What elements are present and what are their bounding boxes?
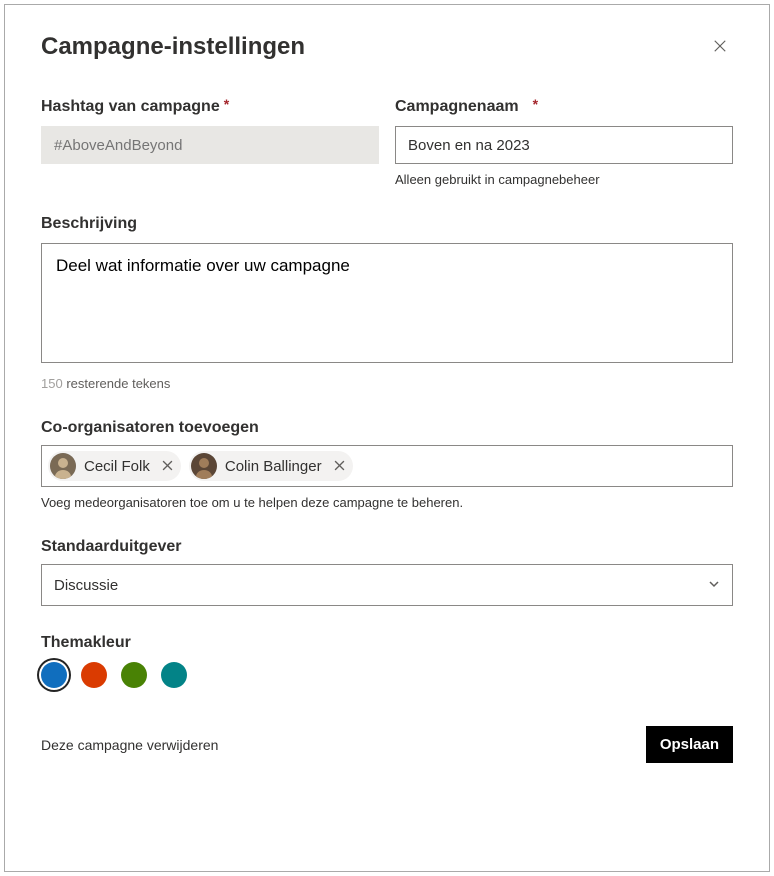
hashtag-input bbox=[41, 126, 379, 164]
close-icon bbox=[162, 459, 173, 474]
chip-name: Colin Ballinger bbox=[225, 458, 322, 475]
campaign-name-input[interactable] bbox=[395, 126, 733, 164]
description-textarea[interactable]: Deel wat informatie over uw campagne bbox=[41, 243, 733, 363]
campaign-name-label: Campagnenaam * bbox=[395, 98, 733, 116]
campaign-name-label-text: Campagnenaam bbox=[395, 98, 519, 116]
publisher-section: Standaarduitgever Discussie bbox=[41, 538, 733, 606]
theme-color-swatch[interactable] bbox=[41, 662, 67, 688]
hashtag-label: Hashtag van campagne * bbox=[41, 98, 379, 116]
dialog-header: Campagne-instellingen bbox=[41, 33, 733, 64]
theme-color-row bbox=[41, 662, 733, 688]
theme-color-swatch[interactable] bbox=[161, 662, 187, 688]
campaign-settings-dialog: Campagne-instellingen Hashtag van campag… bbox=[4, 4, 770, 872]
person-chip: Cecil Folk bbox=[48, 451, 181, 481]
theme-label: Themakleur bbox=[41, 634, 733, 652]
delete-campaign-button[interactable]: Deze campagne verwijderen bbox=[41, 737, 218, 753]
co-organizers-picker[interactable]: Cecil Folk Colin Ballinger bbox=[41, 445, 733, 487]
dialog-footer: Deze campagne verwijderen Opslaan bbox=[41, 726, 733, 763]
chip-name: Cecil Folk bbox=[84, 458, 150, 475]
name-row: Hashtag van campagne * Campagnenaam * Al… bbox=[41, 98, 733, 187]
close-icon bbox=[334, 459, 345, 474]
theme-section: Themakleur bbox=[41, 634, 733, 688]
char-count-number: 150 bbox=[41, 376, 63, 391]
hashtag-label-text: Hashtag van campagne bbox=[41, 98, 220, 116]
avatar bbox=[191, 453, 217, 479]
char-count: 150 resterende tekens bbox=[41, 376, 733, 391]
dialog-title: Campagne-instellingen bbox=[41, 33, 305, 61]
remove-person-button[interactable] bbox=[160, 457, 175, 476]
campaign-name-field: Campagnenaam * Alleen gebruikt in campag… bbox=[395, 98, 733, 187]
chevron-down-icon bbox=[708, 577, 720, 594]
char-count-suffix: resterende tekens bbox=[63, 376, 171, 391]
save-button[interactable]: Opslaan bbox=[646, 726, 733, 763]
co-organizers-help: Voeg medeorganisatoren toe om u te helpe… bbox=[41, 495, 733, 510]
description-label: Beschrijving bbox=[41, 215, 733, 233]
co-organizers-label: Co-organisatoren toevoegen bbox=[41, 419, 733, 437]
remove-person-button[interactable] bbox=[332, 457, 347, 476]
person-chip: Colin Ballinger bbox=[189, 451, 353, 481]
required-asterisk-icon: * bbox=[224, 96, 229, 112]
co-organizers-section: Co-organisatoren toevoegen Cecil Folk Co… bbox=[41, 419, 733, 510]
required-asterisk-icon: * bbox=[533, 96, 538, 112]
hashtag-field: Hashtag van campagne * bbox=[41, 98, 379, 187]
theme-color-swatch[interactable] bbox=[81, 662, 107, 688]
publisher-label: Standaarduitgever bbox=[41, 538, 733, 556]
description-section: Beschrijving Deel wat informatie over uw… bbox=[41, 215, 733, 391]
avatar bbox=[50, 453, 76, 479]
close-button[interactable] bbox=[707, 33, 733, 64]
publisher-selected-value: Discussie bbox=[54, 577, 118, 594]
close-icon bbox=[711, 39, 729, 59]
publisher-select[interactable]: Discussie bbox=[41, 564, 733, 606]
campaign-name-hint: Alleen gebruikt in campagnebeheer bbox=[395, 172, 733, 187]
theme-color-swatch[interactable] bbox=[121, 662, 147, 688]
